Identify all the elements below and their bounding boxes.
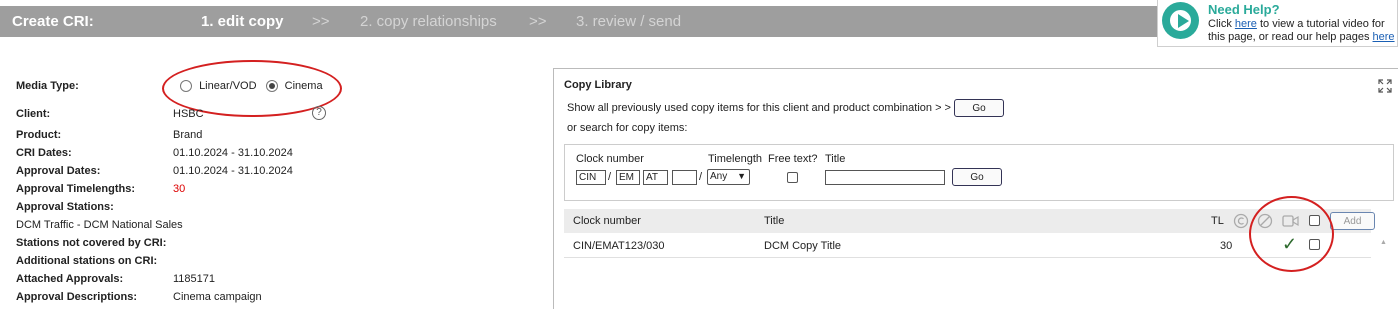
- page-title: Create CRI:: [12, 13, 94, 30]
- product-value: Brand: [173, 129, 203, 141]
- step-copy-relationships[interactable]: 2. copy relationships: [360, 13, 497, 30]
- clock-number-label: Clock number: [576, 153, 644, 165]
- clock-separator: /: [608, 171, 612, 183]
- approval-stations-value: DCM Traffic - DCM National Sales: [16, 219, 183, 231]
- help-pages-link[interactable]: here: [1373, 31, 1395, 43]
- row-clock-number: CIN/EMAT123/030: [573, 240, 665, 252]
- product-label: Product:: [16, 129, 62, 141]
- step-separator: >>: [312, 13, 330, 30]
- annotation-circle: [1249, 196, 1334, 272]
- help-title: Need Help?: [1208, 2, 1280, 17]
- scroll-up-arrow-icon[interactable]: ▲: [1380, 239, 1387, 246]
- step-review-send[interactable]: 3. review / send: [576, 13, 681, 30]
- clock-part3-input[interactable]: AT: [643, 170, 668, 185]
- client-value: HSBC: [173, 108, 204, 120]
- search-go-button[interactable]: Go: [952, 168, 1002, 186]
- expand-icon[interactable]: [1378, 79, 1392, 93]
- attached-approvals-label: Attached Approvals:: [16, 273, 124, 285]
- column-clock-number: Clock number: [573, 215, 641, 227]
- show-all-text: Show all previously used copy items for …: [567, 102, 951, 114]
- column-title: Title: [764, 215, 785, 227]
- help-text: Click here to view a tutorial video for …: [1208, 18, 1395, 43]
- show-all-go-button[interactable]: Go: [954, 99, 1004, 117]
- copyright-icon: [1233, 213, 1249, 229]
- search-text: or search for copy items:: [567, 122, 688, 134]
- approval-dates-label: Approval Dates:: [16, 165, 101, 177]
- clock-part2-input[interactable]: EM: [616, 170, 640, 185]
- clock-part4-input[interactable]: [672, 170, 697, 185]
- column-tl: TL: [1211, 215, 1224, 227]
- free-text-checkbox[interactable]: [787, 172, 798, 183]
- free-text-label: Free text?: [768, 153, 818, 165]
- approval-stations-label: Approval Stations:: [16, 201, 114, 213]
- approval-descriptions-value: Cinema campaign: [173, 291, 262, 303]
- title-label: Title: [825, 153, 846, 165]
- add-button[interactable]: Add: [1330, 212, 1375, 230]
- row-title: DCM Copy Title: [764, 240, 842, 252]
- approval-timelengths-value: 30: [173, 183, 186, 195]
- cri-dates-value: 01.10.2024 - 31.10.2024: [173, 147, 293, 159]
- row-tl: 30: [1220, 240, 1233, 252]
- stations-not-covered-label: Stations not covered by CRI:: [16, 237, 167, 249]
- attached-approvals-value: 1185171: [173, 273, 216, 285]
- cri-dates-label: CRI Dates:: [16, 147, 72, 159]
- timelength-select[interactable]: Any ▼: [707, 169, 750, 185]
- title-input[interactable]: [825, 170, 945, 185]
- approval-dates-value: 01.10.2024 - 31.10.2024: [173, 165, 293, 177]
- approval-timelengths-label: Approval Timelengths:: [16, 183, 135, 195]
- clock-separator: /: [699, 171, 703, 183]
- chevron-down-icon: ▼: [737, 171, 746, 181]
- copy-library-title: Copy Library: [564, 79, 632, 91]
- copy-library-panel: Copy Library Show all previously used co…: [553, 68, 1398, 309]
- timelength-label: Timelength: [708, 153, 763, 165]
- approval-descriptions-label: Approval Descriptions:: [16, 291, 138, 303]
- clock-part1-input[interactable]: CIN: [576, 170, 606, 185]
- media-type-label: Media Type:: [16, 80, 79, 92]
- step-separator: >>: [529, 13, 547, 30]
- client-label: Client:: [16, 108, 51, 120]
- tutorial-link[interactable]: here: [1235, 18, 1257, 30]
- help-question-icon[interactable]: ?: [312, 106, 326, 120]
- step-edit-copy[interactable]: 1. edit copy: [201, 13, 284, 30]
- search-form: Clock number Timelength Free text? Title…: [564, 144, 1394, 201]
- help-box: Need Help? Click here to view a tutorial…: [1157, 0, 1398, 47]
- additional-stations-label: Additional stations on CRI:: [16, 255, 158, 267]
- tutorial-play-icon[interactable]: [1162, 2, 1199, 39]
